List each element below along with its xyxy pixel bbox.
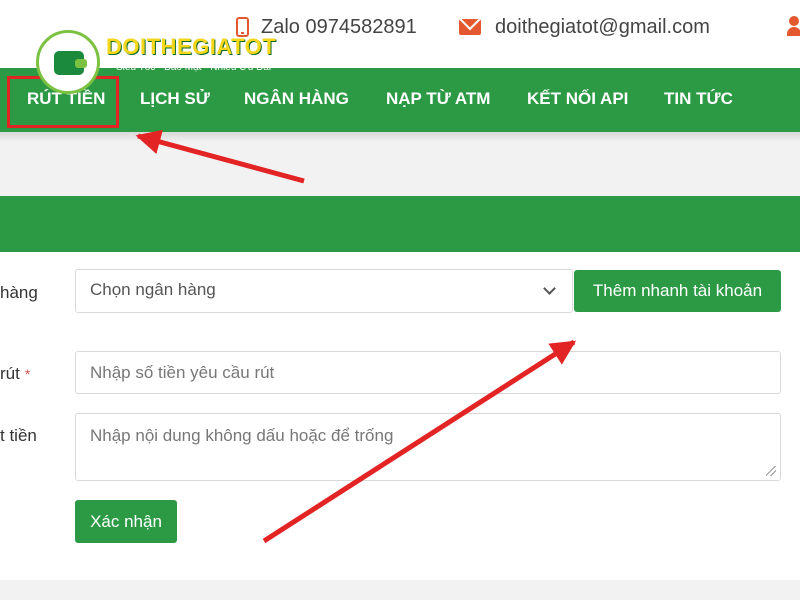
- user-icon[interactable]: [787, 16, 800, 38]
- bank-label: hàng: [0, 283, 38, 302]
- amount-label: rút *: [0, 364, 30, 384]
- resize-handle-icon[interactable]: [766, 466, 776, 476]
- nav-shadow: [0, 132, 800, 142]
- logo-slogan: Siêu Tốc - Bảo Mật - Nhiều Ưu Đãi: [116, 62, 272, 73]
- form-header-band: [0, 196, 800, 252]
- nav-item-nap-tu-atm[interactable]: NẠP TỪ ATM: [386, 68, 490, 132]
- logo-name: DOITHEGIATOT: [106, 34, 277, 59]
- contact-email[interactable]: doithegiatot@gmail.com: [459, 14, 710, 40]
- wallet-icon: [36, 30, 100, 94]
- submit-button[interactable]: Xác nhận: [75, 500, 177, 543]
- bank-select[interactable]: Chọn ngân hàng: [75, 269, 573, 313]
- nav-item-ket-noi-api[interactable]: KẾT NỐI API: [527, 68, 628, 132]
- email-text: doithegiatot@gmail.com: [495, 15, 710, 38]
- annotation-arrow-nav: [135, 129, 305, 184]
- note-label: t tiền: [0, 426, 37, 445]
- add-account-button[interactable]: Thêm nhanh tài khoản: [574, 270, 781, 312]
- chevron-down-icon: [543, 282, 556, 295]
- note-textarea[interactable]: [75, 413, 781, 481]
- site-logo[interactable]: DOITHEGIATOT Siêu Tốc - Bảo Mật - Nhiều …: [36, 28, 286, 94]
- amount-input[interactable]: [75, 351, 781, 394]
- nav-item-tin-tuc[interactable]: TIN TỨC: [664, 68, 733, 132]
- required-mark: *: [24, 366, 31, 382]
- mail-icon: [459, 19, 481, 35]
- amount-label-text: rút: [0, 364, 20, 383]
- bank-select-value: Chọn ngân hàng: [90, 280, 216, 299]
